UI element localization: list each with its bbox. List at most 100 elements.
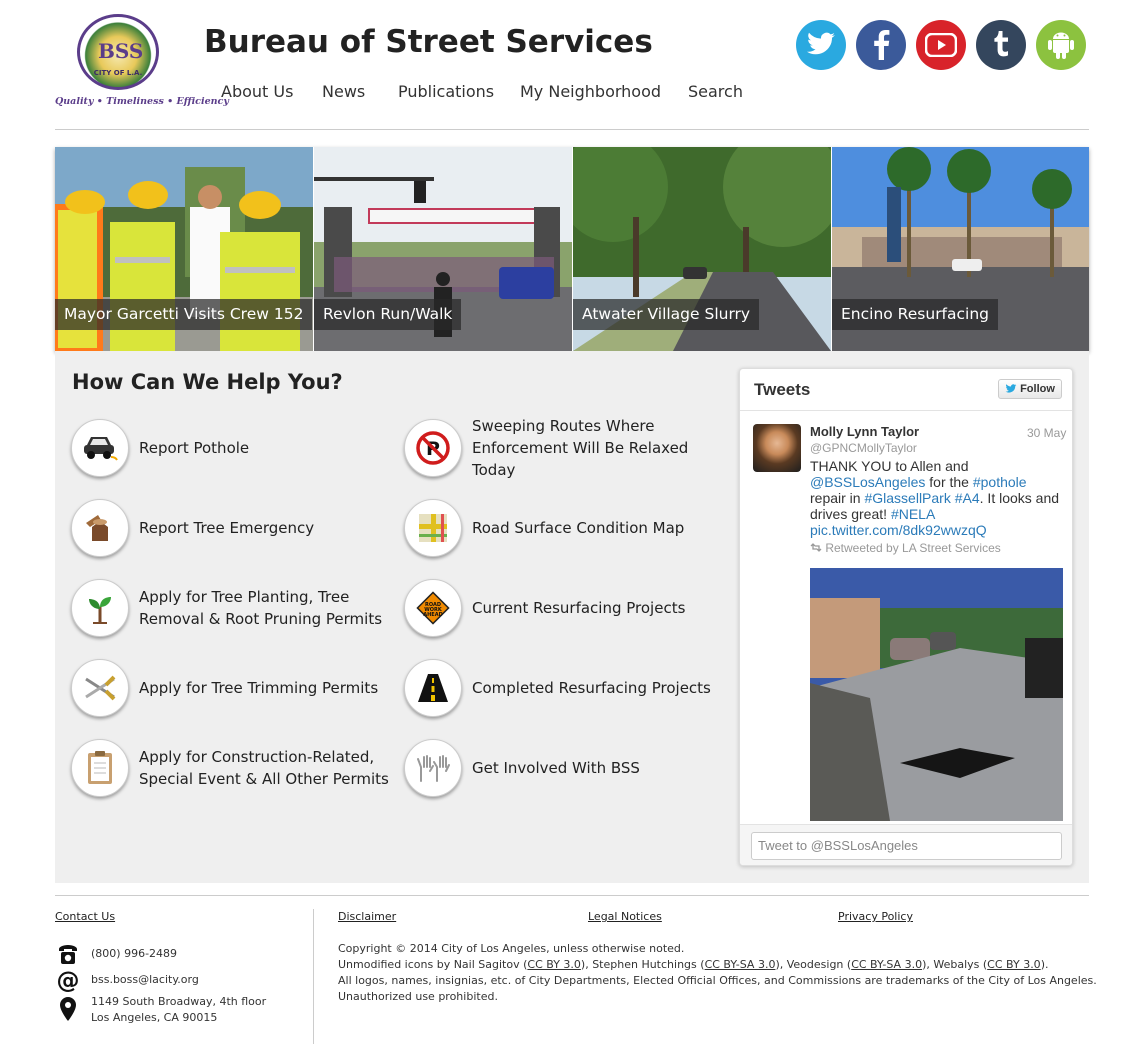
logo-tagline: Quality • Timeliness • Efficiency — [55, 96, 229, 107]
youtube-icon[interactable] — [916, 20, 966, 70]
bss-logo[interactable]: BSS CITY OF L.A. Quality • Timeliness • … — [55, 14, 229, 114]
pothole-car-icon — [71, 419, 129, 477]
help-item-current-resurfacing[interactable]: ROAD WORK AHEAD Current Resurfacing Projec… — [404, 579, 734, 639]
road-work-sign-icon: ROAD WORK AHEAD — [404, 579, 462, 637]
trademark-text: All logos, names, insignias, etc. of Cit… — [338, 974, 1097, 987]
pruning-shears-icon — [71, 659, 129, 717]
tweet-author-name[interactable]: Molly Lynn Taylor — [810, 424, 919, 439]
twitter-bird-icon — [1005, 384, 1017, 393]
tweet-text: THANK YOU to Allen and @BSSLosAngeles fo… — [810, 458, 1060, 538]
tree-stump-icon — [71, 499, 129, 557]
site-header: BSS CITY OF L.A. Quality • Timeliness • … — [0, 0, 1142, 130]
site-title: Bureau of Street Services — [204, 24, 653, 60]
email-address[interactable]: bss.boss@lacity.org — [91, 972, 199, 988]
pic-link[interactable]: pic.twitter.com/8dk92wwzqQ — [810, 522, 987, 538]
slide-revlon-run[interactable]: Revlon Run/Walk — [314, 147, 572, 351]
address-line-1: 1149 South Broadway, 4th floor — [91, 995, 267, 1008]
facebook-icon[interactable] — [856, 20, 906, 70]
road-icon — [404, 659, 462, 717]
nav-about-us[interactable]: About Us — [221, 82, 293, 101]
disclaimer-link[interactable]: Disclaimer — [338, 910, 396, 923]
help-item-tree-trimming-permits[interactable]: Apply for Tree Trimming Permits — [71, 659, 391, 719]
help-item-report-pothole[interactable]: Report Pothole — [71, 419, 391, 479]
help-item-construction-permits[interactable]: Apply for Construction-Related, Special E… — [71, 739, 391, 799]
slide-encino-resurfacing[interactable]: Encino Resurfacing — [832, 147, 1089, 351]
help-item-label: Completed Resurfacing Projects — [472, 679, 711, 697]
help-item-get-involved[interactable]: Get Involved With BSS — [404, 739, 734, 799]
help-item-label: Sweeping Routes Where Enforcement Will Be… — [472, 417, 689, 479]
sapling-icon — [71, 579, 129, 637]
nav-search[interactable]: Search — [688, 82, 743, 101]
tweet-photo[interactable] — [810, 568, 1063, 821]
license-link[interactable]: CC BY 3.0 — [987, 958, 1041, 971]
hashtag-link[interactable]: #A4 — [955, 490, 980, 506]
email-icon: @ — [55, 967, 81, 993]
map-icon — [404, 499, 462, 557]
android-icon[interactable] — [1036, 20, 1086, 70]
retweet-icon — [810, 543, 822, 552]
pothole-repair-photo — [810, 568, 1063, 821]
help-item-tree-planting-permits[interactable]: Apply for Tree Planting, Tree Removal & R… — [71, 579, 391, 639]
help-item-label: Apply for Tree Trimming Permits — [139, 679, 379, 697]
mention-link[interactable]: @BSSLosAngeles — [810, 474, 925, 490]
address: 1149 South Broadway, 4th floor Los Angel… — [91, 994, 266, 1026]
help-item-road-surface-map[interactable]: Road Surface Condition Map — [404, 499, 734, 559]
footer-divider — [55, 895, 1089, 896]
no-parking-icon: P — [404, 419, 462, 477]
header-divider — [55, 129, 1089, 130]
nav-news[interactable]: News — [322, 82, 365, 101]
tweet-date[interactable]: 30 May — [1027, 426, 1066, 440]
help-item-sweeping-routes[interactable]: P Sweeping Routes WhereEnforcement Will … — [404, 417, 734, 479]
license-link[interactable]: CC BY 3.0 — [527, 958, 581, 971]
avatar[interactable] — [753, 424, 801, 472]
nav-my-neighborhood[interactable]: My Neighborhood — [520, 82, 661, 101]
nav-publications[interactable]: Publications — [398, 82, 494, 101]
raised-hands-icon — [404, 739, 462, 797]
twitter-icon[interactable] — [796, 20, 846, 70]
slide-atwater-slurry[interactable]: Atwater Village Slurry — [573, 147, 831, 351]
city-seal-icon: BSS CITY OF L.A. — [77, 14, 159, 90]
hashtag-link[interactable]: #pothole — [973, 474, 1027, 490]
icon-credits: Unmodified icons by Nail Sagitov (CC BY … — [338, 958, 1049, 971]
follow-label: Follow — [1020, 383, 1055, 395]
legal-text: Copyright © 2014 City of Los Angeles, un… — [338, 941, 1097, 1005]
clipboard-icon — [71, 739, 129, 797]
contact-us-link[interactable]: Contact Us — [55, 910, 115, 923]
tweet-compose-bar: Tweet to @BSSLosAngeles — [740, 824, 1072, 865]
location-pin-icon — [55, 996, 81, 1022]
license-link[interactable]: CC BY-SA 3.0 — [851, 958, 922, 971]
slide-caption: Mayor Garcetti Visits Crew 152 — [55, 299, 313, 330]
hashtag-link[interactable]: #NELA — [891, 506, 935, 522]
retweeted-by-label: Retweeted by LA Street Services — [825, 541, 1001, 555]
tweet-compose-input[interactable]: Tweet to @BSSLosAngeles — [751, 832, 1062, 860]
slide-caption: Encino Resurfacing — [832, 299, 999, 330]
help-title: How Can We Help You? — [72, 370, 343, 394]
license-link[interactable]: CC BY-SA 3.0 — [705, 958, 776, 971]
help-item-completed-resurfacing[interactable]: Completed Resurfacing Projects — [404, 659, 734, 719]
phone-icon — [55, 941, 81, 967]
tweets-widget: Tweets Follow Molly Lynn Taylor @GPNCMol… — [739, 368, 1073, 866]
address-line-2: Los Angeles, CA 90015 — [91, 1011, 218, 1024]
tweets-header: Tweets Follow — [740, 369, 1072, 411]
help-item-label: Report Tree Emergency — [139, 519, 315, 537]
logo-city-text: CITY OF L.A. — [93, 69, 143, 77]
tweet-author-handle[interactable]: @GPNCMollyTaylor — [810, 441, 917, 455]
hashtag-link[interactable]: #GlassellPark — [864, 490, 950, 506]
tweets-title: Tweets — [754, 380, 811, 399]
unauthorized-text: Unauthorized use prohibited. — [338, 990, 498, 1003]
follow-button[interactable]: Follow — [998, 379, 1062, 399]
help-item-label: Apply for Construction-Related, Special E… — [139, 748, 389, 788]
slide-crew-visit[interactable]: Mayor Garcetti Visits Crew 152 — [55, 147, 313, 351]
help-item-label: Road Surface Condition Map — [472, 519, 685, 537]
help-item-label: Apply for Tree Planting, Tree Removal & R… — [139, 588, 383, 628]
slide-caption: Revlon Run/Walk — [314, 299, 462, 330]
help-item-label: Report Pothole — [139, 439, 250, 457]
tumblr-icon[interactable] — [976, 20, 1026, 70]
help-item-tree-emergency[interactable]: Report Tree Emergency — [71, 499, 391, 559]
svg-text:AHEAD: AHEAD — [423, 612, 443, 618]
privacy-policy-link[interactable]: Privacy Policy — [838, 910, 913, 923]
legal-notices-link[interactable]: Legal Notices — [588, 910, 662, 923]
footer-column-divider — [313, 909, 314, 1044]
phone-number[interactable]: (800) 996-2489 — [91, 946, 177, 962]
slide-caption: Atwater Village Slurry — [573, 299, 760, 330]
